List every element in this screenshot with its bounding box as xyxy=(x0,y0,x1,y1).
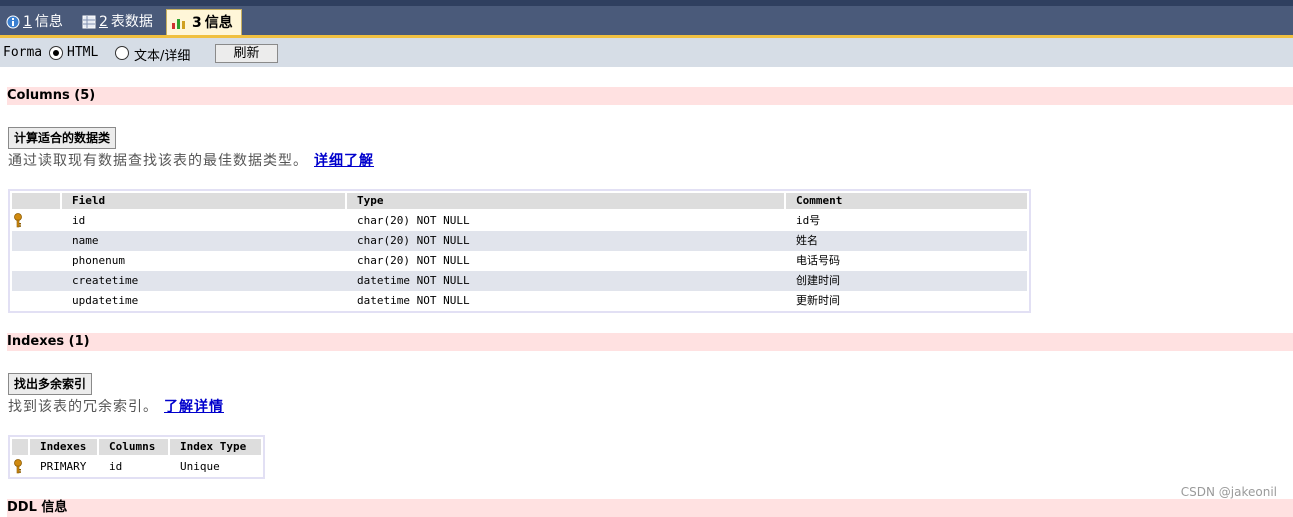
comment-cell: 姓名 xyxy=(786,231,1027,251)
watermark: CSDN @jakeonil xyxy=(1180,485,1277,499)
text-detail-radio-label[interactable]: 文本/详细 xyxy=(134,45,190,64)
header-cell-blank xyxy=(12,193,60,209)
tab-table-data[interactable]: 2 表数据 xyxy=(78,9,162,35)
compute-datatype-button[interactable]: 计算适合的数据类 xyxy=(8,127,117,149)
tab-info-3[interactable]: 3 信息 xyxy=(166,9,242,35)
indexes-description-text: 找到该表的冗余索引。 xyxy=(8,399,158,415)
index-type-cell: Unique xyxy=(180,460,220,473)
type-cell: char(20) NOT NULL xyxy=(347,231,786,251)
table-row[interactable]: updatetime datetime NOT NULL 更新时间 xyxy=(10,291,1029,311)
index-columns-cell: id xyxy=(109,460,123,473)
columns-table: Field Type Comment id char(20) NOT NULL … xyxy=(8,189,1031,313)
field-cell: updatetime xyxy=(72,294,139,307)
columns-description-text: 通过读取现有数据查找该表的最佳数据类型。 xyxy=(8,153,308,169)
columns-description: 通过读取现有数据查找该表的最佳数据类型。 详细了解 xyxy=(8,150,374,170)
indexes-description: 找到该表的冗余索引。 了解详情 xyxy=(8,396,224,416)
table-icon xyxy=(82,15,96,29)
row-marker-cell xyxy=(12,271,60,291)
chart-icon xyxy=(172,19,185,29)
format-label: Forma xyxy=(3,45,43,60)
header-cell-blank xyxy=(12,439,28,455)
table-row[interactable]: createtime datetime NOT NULL 创建时间 xyxy=(10,271,1029,291)
learn-details-link[interactable]: 了解详情 xyxy=(164,399,224,415)
type-cell: datetime NOT NULL xyxy=(357,294,470,307)
index-name-cell: PRIMARY xyxy=(40,460,87,473)
format-bar: Forma HTML 文本/详细 xyxy=(0,38,1293,67)
header-cell-index-type[interactable]: Index Type xyxy=(170,439,261,455)
table-row[interactable]: phonenum char(20) NOT NULL 电话号码 xyxy=(10,251,1029,271)
find-redundant-index-button[interactable]: 找出多余索引 xyxy=(8,373,93,395)
comment-cell: 更新时间 xyxy=(796,294,840,307)
header-cell-columns[interactable]: Columns xyxy=(99,439,168,455)
field-cell: id xyxy=(72,214,86,227)
field-cell: phonenum xyxy=(72,254,125,267)
tab-label: 信息 xyxy=(204,15,233,31)
tab-bar: 1 信息 2 表数据 3 信息 xyxy=(0,6,1293,38)
indexes-section-header: Indexes (1) xyxy=(7,333,1293,351)
table-header-row: Indexes Columns Index Type xyxy=(10,437,263,457)
header-cell-indexes[interactable]: Indexes xyxy=(30,439,97,455)
table-row[interactable]: id char(20) NOT NULL id号 xyxy=(10,211,1029,231)
html-radio[interactable] xyxy=(49,46,63,60)
ddl-section-header: DDL 信息 xyxy=(7,499,1293,517)
comment-cell: 创建时间 xyxy=(786,271,1027,291)
header-cell-comment[interactable]: Comment xyxy=(786,193,1027,209)
indexes-table: Indexes Columns Index Type PRIMARY id Un… xyxy=(8,435,265,479)
columns-section-header: Columns (5) xyxy=(7,87,1293,105)
type-cell: char(20) NOT NULL xyxy=(357,254,470,267)
header-cell-field[interactable]: Field xyxy=(62,193,345,209)
tab-number: 3 xyxy=(192,15,202,31)
primary-key-icon xyxy=(14,213,22,228)
text-detail-radio[interactable] xyxy=(115,46,129,60)
tab-label: 信息 xyxy=(34,14,63,30)
tab-label: 表数据 xyxy=(110,14,153,30)
type-cell: char(20) NOT NULL xyxy=(357,214,470,227)
primary-key-icon xyxy=(14,459,22,474)
field-cell: createtime xyxy=(60,271,347,291)
row-marker-cell xyxy=(12,231,60,251)
table-header-row: Field Type Comment xyxy=(10,191,1029,211)
table-row[interactable]: name char(20) NOT NULL 姓名 xyxy=(10,231,1029,251)
tab-number: 2 xyxy=(99,14,108,30)
tab-info-1[interactable]: 1 信息 xyxy=(2,9,72,35)
html-radio-label[interactable]: HTML xyxy=(67,45,98,60)
learn-more-link[interactable]: 详细了解 xyxy=(314,153,374,169)
info-icon xyxy=(6,15,20,29)
table-row[interactable]: PRIMARY id Unique xyxy=(10,457,263,477)
tab-number: 1 xyxy=(23,14,32,30)
type-cell: datetime NOT NULL xyxy=(347,271,786,291)
header-cell-type[interactable]: Type xyxy=(347,193,784,209)
comment-cell: id号 xyxy=(796,214,821,227)
comment-cell: 电话号码 xyxy=(796,254,840,267)
field-cell: name xyxy=(60,231,347,251)
refresh-button[interactable]: 刷新 xyxy=(215,44,278,63)
